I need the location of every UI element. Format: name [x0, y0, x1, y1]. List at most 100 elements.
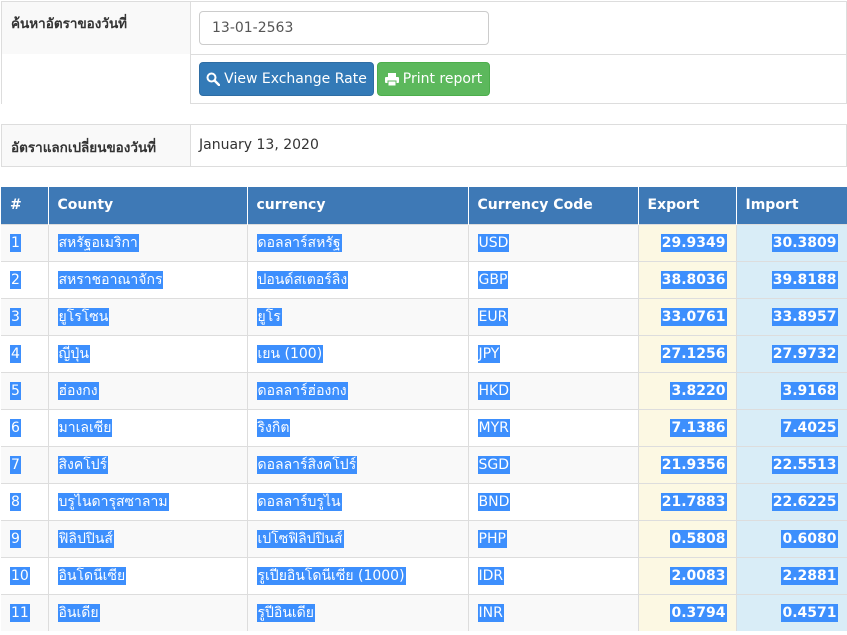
print-report-button[interactable]: Print report: [377, 62, 490, 96]
currency-code-cell: EUR: [468, 297, 639, 335]
currency-code-cell: GBP: [468, 260, 639, 298]
table-row: 9 ฟิลิปปินส์ เปโซฟิลิปปินส์ PHP 0.5808 0.6080: [1, 519, 847, 557]
currency-name-cell: ยูโร: [247, 297, 469, 335]
currency-code-cell: HKD: [468, 371, 639, 409]
currency-name: รูปีอินเดีย: [256, 603, 315, 622]
import-rate: 22.6225: [771, 492, 838, 511]
table-row: 2 สหราชอาณาจักร ปอนด์สเตอร์ลิง GBP 38.8036 39…: [1, 260, 847, 298]
country-name: อินเดีย: [57, 603, 100, 622]
currency-code: BND: [477, 492, 511, 511]
import-rate-cell: 7.4025: [736, 408, 847, 446]
exchange-rate-table: # County currency Currency Code Export I…: [1, 187, 847, 631]
row-number: 3: [10, 307, 21, 326]
row-number-cell: 4: [1, 334, 49, 372]
country-name-cell: สหรัฐอเมริกา: [48, 223, 248, 261]
rate-date-label: อัตราแลกเปลี่ยนของวันที่: [11, 140, 157, 156]
country-name: ฮ่องกง: [57, 381, 99, 400]
row-number: 2: [10, 270, 21, 289]
table-row: 7 สิงคโปร์ ดอลลาร์สิงคโปร์ SGD 21.9356 22.551…: [1, 445, 847, 483]
table-row: 5 ฮ่องกง ดอลลาร์ฮ่องกง HKD 3.8220 3.9168: [1, 371, 847, 409]
country-name: บรูไนดารุสซาลาม: [57, 492, 169, 511]
country-name: มาเลเซีย: [57, 418, 113, 437]
row-number-cell: 1: [1, 223, 49, 261]
currency-name-cell: ดอลลาร์สิงคโปร์: [247, 445, 469, 483]
currency-name-cell: รูเปียอินโดนีเซีย (1000): [247, 556, 469, 594]
row-number-cell: 10: [1, 556, 49, 594]
table-body: 1 สหรัฐอเมริกา ดอลลาร์สหรัฐ USD 29.9349 30.38…: [1, 223, 847, 631]
currency-code: PHP: [477, 529, 507, 548]
currency-code-cell: IDR: [468, 556, 639, 594]
currency-name: รูเปียอินโดนีเซีย (1000): [256, 566, 406, 585]
export-rate-cell: 21.7883: [638, 482, 737, 520]
row-number: 4: [10, 344, 21, 363]
table-row: 6 มาเลเซีย ริงกิต MYR 7.1386 7.4025: [1, 408, 847, 446]
currency-code-cell: MYR: [468, 408, 639, 446]
rate-date-panel: อัตราแลกเปลี่ยนของวันที่ January 13, 202…: [1, 124, 847, 167]
header-import: Import: [736, 187, 847, 224]
currency-name-cell: เยน (100): [247, 334, 469, 372]
import-rate: 22.5513: [771, 455, 838, 474]
currency-code: MYR: [477, 418, 510, 437]
import-rate-cell: 33.8957: [736, 297, 847, 335]
import-rate: 3.9168: [781, 381, 838, 400]
row-number-cell: 9: [1, 519, 49, 557]
row-number: 9: [10, 529, 21, 548]
export-rate-cell: 3.8220: [638, 371, 737, 409]
row-number: 11: [10, 603, 30, 622]
currency-name: ดอลลาร์บรูไน: [256, 492, 342, 511]
export-rate-cell: 0.3794: [638, 593, 737, 631]
search-label-cell: ค้นหาอัตราของวันที่: [2, 2, 191, 54]
export-rate: 29.9349: [660, 233, 727, 252]
country-name-cell: สหราชอาณาจักร: [48, 260, 248, 298]
currency-name: ปอนด์สเตอร์ลิง: [256, 270, 349, 289]
row-number-cell: 6: [1, 408, 49, 446]
export-rate-cell: 33.0761: [638, 297, 737, 335]
header-country: County: [48, 187, 248, 224]
country-name-cell: ยูโรโซน: [48, 297, 248, 335]
view-button-label: View Exchange Rate: [224, 71, 367, 87]
currency-name: ดอลลาร์ฮ่องกง: [256, 381, 348, 400]
export-rate: 27.1256: [660, 344, 727, 363]
search-panel: ค้นหาอัตราของวันที่ View Exchange Rate P…: [1, 1, 847, 104]
currency-code-cell: JPY: [468, 334, 639, 372]
currency-code-cell: INR: [468, 593, 639, 631]
currency-name-cell: ริงกิต: [247, 408, 469, 446]
export-rate-cell: 21.9356: [638, 445, 737, 483]
currency-code: HKD: [477, 381, 510, 400]
export-rate-cell: 29.9349: [638, 223, 737, 261]
currency-code: IDR: [477, 566, 505, 585]
export-rate-cell: 38.8036: [638, 260, 737, 298]
export-rate: 3.8220: [670, 381, 727, 400]
header-number: #: [1, 187, 49, 224]
export-rate-cell: 0.5808: [638, 519, 737, 557]
country-name-cell: มาเลเซีย: [48, 408, 248, 446]
export-rate-cell: 7.1386: [638, 408, 737, 446]
table-row: 8 บรูไนดารุสซาลาม ดอลลาร์บรูไน BND 21.7883 22…: [1, 482, 847, 520]
currency-code-cell: USD: [468, 223, 639, 261]
currency-code: EUR: [477, 307, 509, 326]
import-rate: 0.6080: [781, 529, 838, 548]
row-number: 6: [10, 418, 21, 437]
table-row: 10 อินโดนีเซีย รูเปียอินโดนีเซีย (1000) IDR…: [1, 556, 847, 594]
row-number-cell: 2: [1, 260, 49, 298]
date-input[interactable]: [199, 11, 489, 45]
export-rate: 7.1386: [670, 418, 727, 437]
country-name: ฟิลิปปินส์: [57, 529, 114, 548]
country-name: ยูโรโซน: [57, 307, 110, 326]
table-header-row: # County currency Currency Code Export I…: [1, 187, 847, 224]
import-rate-cell: 22.5513: [736, 445, 847, 483]
table-row: 1 สหรัฐอเมริกา ดอลลาร์สหรัฐ USD 29.9349 30.38…: [1, 223, 847, 261]
import-rate-cell: 0.6080: [736, 519, 847, 557]
country-name-cell: ฮ่องกง: [48, 371, 248, 409]
row-number-cell: 3: [1, 297, 49, 335]
currency-name: ยูโร: [256, 307, 282, 326]
currency-code-cell: PHP: [468, 519, 639, 557]
currency-code: SGD: [477, 455, 511, 474]
row-number-cell: 7: [1, 445, 49, 483]
import-rate-cell: 30.3809: [736, 223, 847, 261]
rate-date-value: January 13, 2020: [199, 137, 319, 153]
view-exchange-rate-button[interactable]: View Exchange Rate: [199, 62, 374, 96]
export-rate: 2.0083: [670, 566, 727, 585]
row-number: 10: [10, 566, 30, 585]
currency-code: JPY: [477, 344, 501, 363]
